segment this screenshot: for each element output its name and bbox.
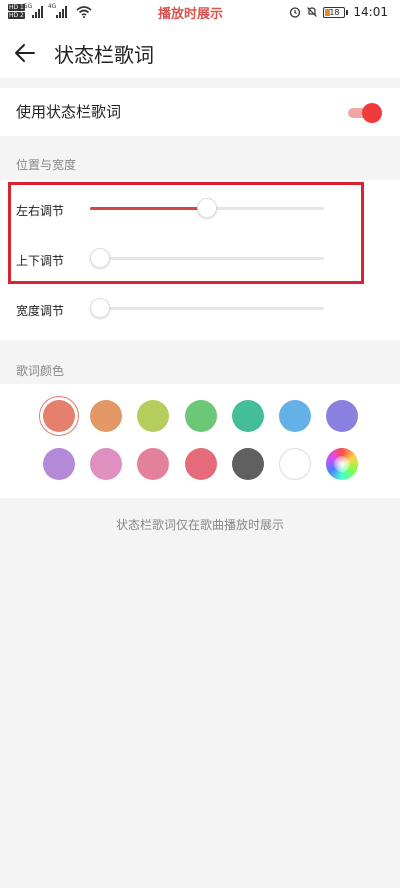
color-swatch[interactable] [279,448,311,480]
back-arrow-icon[interactable] [12,40,38,66]
color-swatch[interactable] [39,396,79,436]
hd1-badge: HD 1 [8,4,25,11]
clock: 14:01 [353,5,388,19]
lyrics-toggle-row[interactable]: 使用状态栏歌词 [0,88,400,136]
status-left: HD 1 HD 2 5G 4G [8,3,92,19]
color-swatch[interactable] [326,448,359,480]
color-swatch[interactable] [231,448,264,480]
width-slider-thumb[interactable] [90,298,110,318]
color-swatch[interactable] [326,400,359,432]
network2-label: 4G [47,2,57,10]
hd2-badge: HD 2 [8,12,25,19]
color-swatch[interactable] [184,400,217,432]
color-section-title: 歌词颜色 [16,364,65,378]
network1-label: 5G [23,2,33,10]
battery-level: 18 [329,7,340,17]
wifi-icon [76,5,92,18]
lyrics-toggle-label: 使用状态栏歌词 [16,103,122,121]
width-slider-label: 宽度调节 [16,304,65,318]
app-bar: 状态栏歌词 [0,28,400,78]
mute-icon [307,7,318,17]
highlight-box [8,182,364,284]
battery-icon: 18 [323,6,349,18]
width-slider[interactable] [90,298,324,318]
color-swatch[interactable] [90,400,123,432]
signal-icon-2: 4G [48,3,67,18]
hd-badges: HD 1 HD 2 [8,4,25,19]
now-playing-lyric: 播放时展示 [158,7,224,22]
footer-note: 状态栏歌词仅在歌曲播放时展示 [115,518,284,532]
lyrics-toggle-switch[interactable] [348,102,382,123]
color-swatch[interactable] [43,448,75,480]
color-swatch[interactable] [231,400,264,432]
position-section-title: 位置与宽度 [16,158,77,172]
status-bar: HD 1 HD 2 5G 4G 播放时展示 18 14:01 [0,0,400,28]
color-swatch[interactable] [90,448,123,480]
color-swatch[interactable] [184,448,217,480]
alarm-icon [290,7,301,18]
signal-icon: 5G [24,3,43,18]
page-title: 状态栏歌词 [54,43,154,67]
status-right: 18 14:01 [289,5,388,19]
color-swatch[interactable] [279,400,311,432]
